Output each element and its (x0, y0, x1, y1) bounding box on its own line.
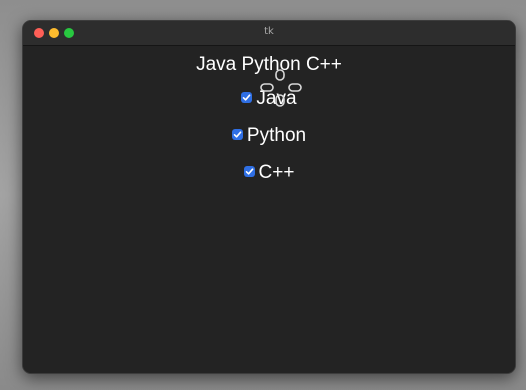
desktop-background: tk Java Python C++ Java Python C++ (0, 0, 526, 390)
move-cursor-icon (258, 68, 304, 110)
checkbox-label[interactable]: C++ (259, 162, 295, 184)
checkbox-checked-icon[interactable] (231, 128, 243, 140)
checkbox-python[interactable]: Python (23, 123, 515, 149)
title-bar[interactable]: tk (23, 21, 515, 46)
checkbox-cpp[interactable]: C++ (23, 160, 515, 186)
checkbox-checked-icon[interactable] (241, 91, 253, 103)
window-title: tk (264, 26, 274, 37)
checkbox-label[interactable]: Python (247, 125, 306, 147)
checkbox-checked-icon[interactable] (243, 165, 255, 177)
